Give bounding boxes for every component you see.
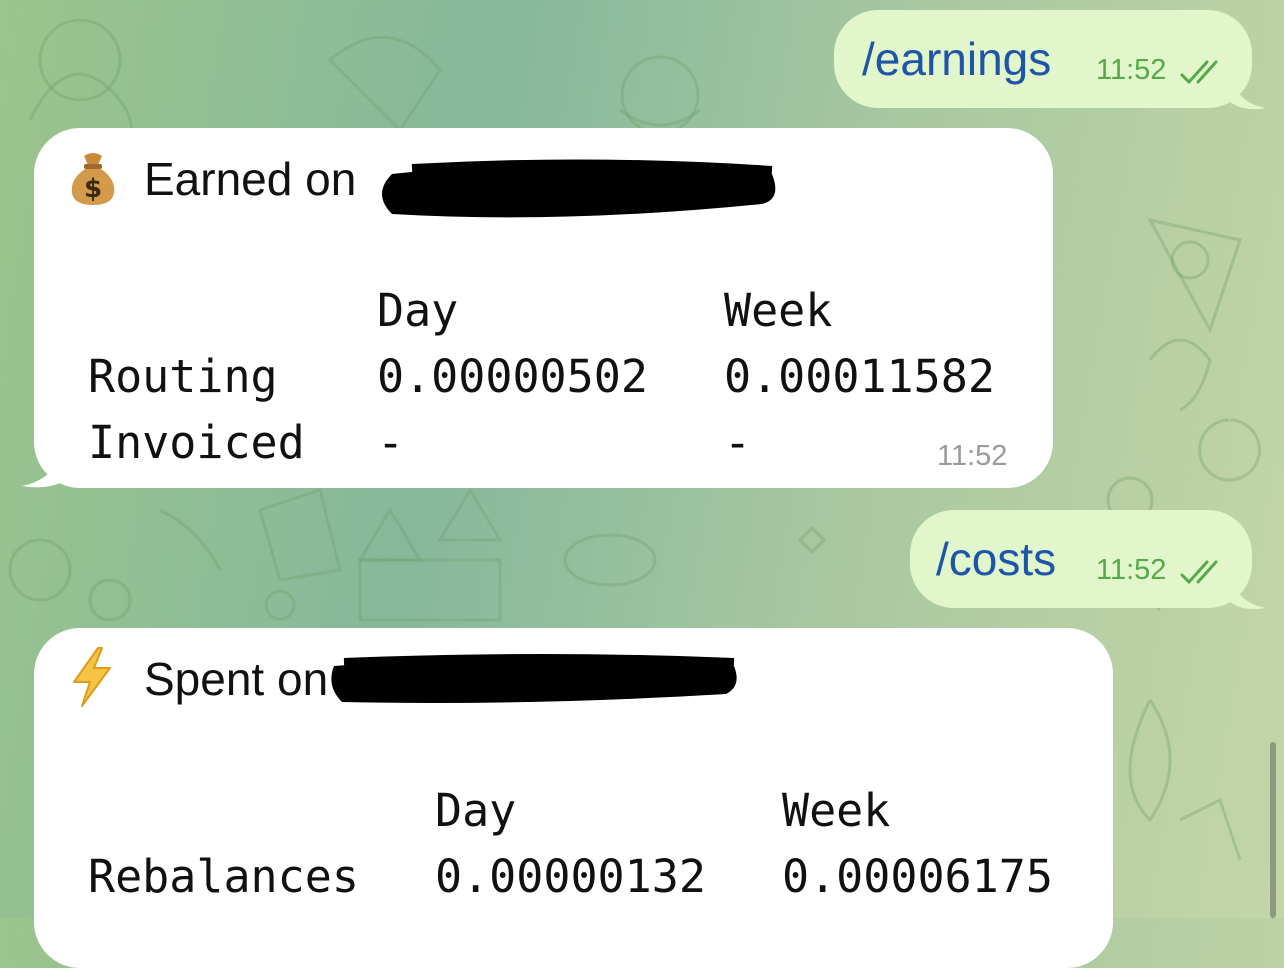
money-bag-icon: $ xyxy=(70,150,116,211)
message-time: 11:52 xyxy=(1096,554,1167,586)
command-link-costs[interactable]: /costs xyxy=(936,532,1056,586)
row-label: Invoiced xyxy=(88,416,305,469)
incoming-message-earnings[interactable]: $ Earned on Day Week Routing 0.00000502 … xyxy=(34,128,1053,488)
row-week-value: - xyxy=(724,416,752,469)
incoming-message-costs[interactable]: Spent on Day Week Rebalances 0.00000132 … xyxy=(34,628,1113,968)
message-title: Earned on xyxy=(144,153,357,205)
row-week-value: 0.00006175 xyxy=(782,850,1053,903)
redaction-mark xyxy=(382,159,776,218)
command-link-earnings[interactable]: /earnings xyxy=(862,32,1051,86)
message-title: Spent on xyxy=(144,653,329,705)
row-week-value: 0.00011582 xyxy=(724,350,995,403)
bubble-tail xyxy=(1230,78,1266,110)
outgoing-message-costs[interactable]: /costs 11:52 xyxy=(910,510,1252,608)
outgoing-message-earnings[interactable]: /earnings 11:52 xyxy=(834,10,1252,108)
table-header-day: Day xyxy=(435,784,517,837)
table-header-week: Week xyxy=(782,784,891,837)
table-header-week: Week xyxy=(724,284,833,337)
scrollbar[interactable] xyxy=(1270,742,1276,918)
row-day-value: - xyxy=(377,416,405,469)
row-label: Routing xyxy=(88,350,278,403)
double-check-icon xyxy=(1180,560,1226,591)
bubble-tail xyxy=(1230,578,1266,610)
row-day-value: 0.00000502 xyxy=(377,350,648,403)
row-label: Rebalances xyxy=(88,850,359,903)
double-check-icon xyxy=(1180,60,1226,91)
message-time: 11:52 xyxy=(1096,54,1167,86)
table-header-day: Day xyxy=(377,284,459,337)
svg-text:$: $ xyxy=(84,174,102,204)
lightning-icon xyxy=(68,646,116,713)
redaction-mark xyxy=(331,654,737,703)
row-day-value: 0.00000132 xyxy=(435,850,706,903)
message-time: 11:52 xyxy=(937,440,1008,472)
